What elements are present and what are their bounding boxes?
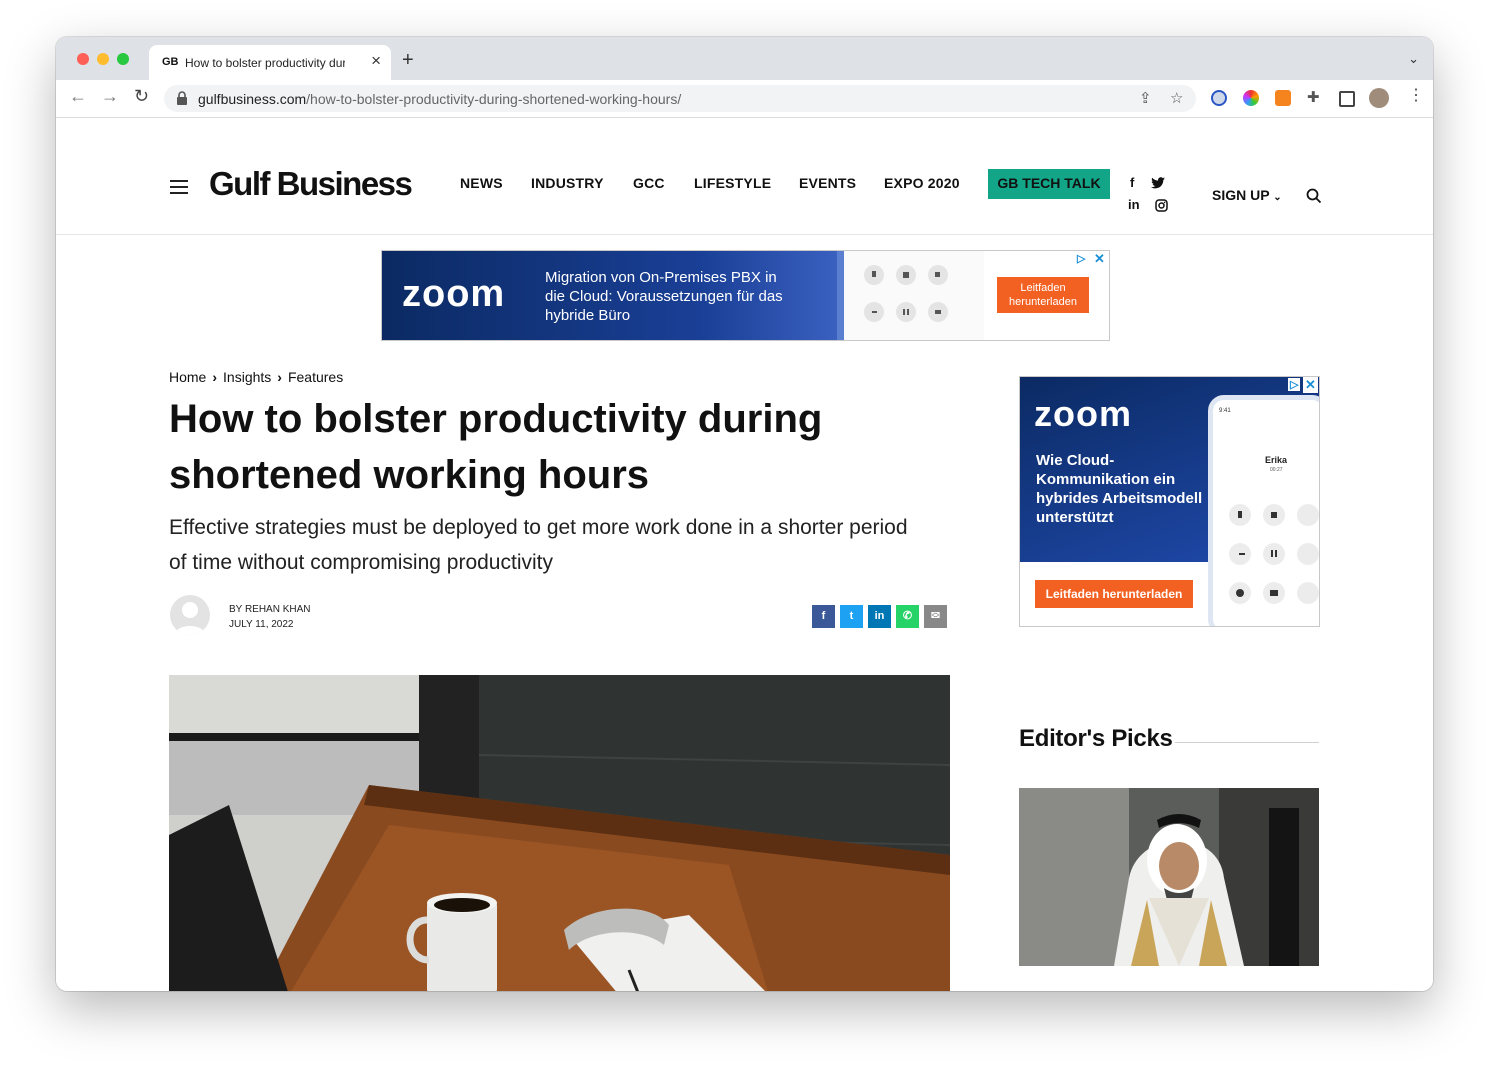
minimize-window-button[interactable] [97,53,109,65]
zoom-logo: zoom [1034,393,1132,434]
breadcrumb-features[interactable]: Features [288,369,343,385]
ad-cta-button[interactable]: Leitfaden herunterladen [1035,580,1193,608]
author-name[interactable]: BY REHAN KHAN [229,602,311,617]
search-icon[interactable] [1306,188,1322,204]
gb-tech-talk-button[interactable]: GB TECH TALK [988,169,1110,199]
sign-up-dropdown[interactable]: SIGN UP ⌄ [1212,187,1282,203]
byline: BY REHAN KHAN JULY 11, 2022 [229,602,311,632]
publish-date: JULY 11, 2022 [229,619,294,630]
chevron-right-icon: › [212,369,218,385]
article-title: How to bolster productivity during short… [169,397,823,497]
share-icon[interactable]: ⇪ [1139,89,1152,107]
top-banner-ad[interactable]: zoom Migration von On-Premises PBX in di… [381,250,1110,341]
header-divider [56,234,1433,235]
author-avatar[interactable] [170,595,210,635]
bookmark-star-icon[interactable]: ☆ [1170,89,1183,107]
share-twitter-icon[interactable]: t [840,605,863,628]
browser-toolbar: ← → ↻ gulfbusiness.com/how-to-bolster-pr… [56,80,1433,118]
tab-title: How to bolster productivity during short… [185,56,345,70]
new-tab-button[interactable]: + [402,50,414,70]
phone-keypad-icon [864,265,948,322]
adchoices-icon[interactable]: ▷ [1077,252,1085,265]
ad-cta-button[interactable]: Leitfaden herunterladen [997,277,1089,313]
url-domain: gulfbusiness.com [198,91,307,107]
url-path: /how-to-bolster-productivity-during-shor… [306,91,682,107]
phone-time: 9:41 [1219,408,1231,414]
close-window-button[interactable] [77,53,89,65]
ad-phone-illustration: 9:41 Erika 00:27 [1208,395,1319,626]
article-hero-image [169,675,950,991]
share-email-icon[interactable]: ✉ [924,605,947,628]
page-content: Gulf Business NEWS INDUSTRY GCC LIFESTYL… [56,118,1433,991]
zoom-logo: zoom [402,273,506,315]
nav-gcc[interactable]: GCC [633,175,665,191]
ad-phone-illustration [837,251,984,340]
url-text: gulfbusiness.com/how-to-bolster-producti… [198,91,681,107]
share-facebook-icon[interactable]: f [812,605,835,628]
nav-news[interactable]: NEWS [460,175,503,191]
desk-coffee-photo [169,675,950,991]
sidebar-ad[interactable]: 9:41 Erika 00:27 zoom Wie Cloud-Kommunik… [1019,376,1320,627]
ad-close-icon[interactable]: ✕ [1303,377,1318,393]
nav-expo-2020[interactable]: EXPO 2020 [884,175,960,191]
tab-close-icon[interactable]: × [371,51,381,71]
ad-text: Migration von On-Premises PBX in die Clo… [545,269,783,324]
address-bar[interactable]: gulfbusiness.com/how-to-bolster-producti… [164,85,1196,112]
nav-industry[interactable]: INDUSTRY [531,175,604,191]
instagram-icon[interactable] [1155,199,1168,212]
ad-close-icon[interactable]: ✕ [1094,251,1105,267]
sign-up-label: SIGN UP [1212,187,1270,203]
browser-menu-icon[interactable]: ⋮ [1408,88,1424,104]
share-whatsapp-icon[interactable]: ✆ [896,605,919,628]
extension-metamask-icon[interactable] [1275,90,1291,106]
browser-window: GB How to bolster productivity during sh… [56,37,1433,991]
extensions-puzzle-icon[interactable]: ✚ [1307,88,1323,106]
tab-search-chevron-icon[interactable]: ⌄ [1408,51,1419,67]
nav-events[interactable]: EVENTS [799,175,856,191]
breadcrumb-insights[interactable]: Insights [223,369,271,385]
ad-text: Wie Cloud-Kommunikation ein hybrides Arb… [1036,452,1203,526]
nav-lifestyle[interactable]: LIFESTYLE [694,175,771,191]
call-duration: 00:27 [1270,467,1283,473]
adchoices-icon[interactable]: ▷ [1288,378,1301,391]
extension-color-icon[interactable] [1243,90,1259,106]
linkedin-icon[interactable]: in [1128,197,1140,212]
chevron-down-icon: ⌄ [1273,192,1282,203]
breadcrumb: Home › Insights › Features [169,369,343,385]
side-panel-icon[interactable] [1339,91,1355,107]
article-subtitle: Effective strategies must be deployed to… [169,516,908,574]
tab-strip: GB How to bolster productivity during sh… [56,37,1433,80]
breadcrumb-home[interactable]: Home [169,369,206,385]
forward-icon[interactable]: → [101,87,119,105]
share-linkedin-icon[interactable]: in [868,605,891,628]
profile-avatar[interactable] [1369,88,1389,108]
site-logo[interactable]: Gulf Business [209,165,413,203]
browser-tab[interactable]: GB How to bolster productivity during sh… [149,45,391,80]
extension-password-icon[interactable] [1211,90,1227,106]
hamburger-menu-icon[interactable] [170,180,188,194]
tab-favicon: GB [162,56,179,68]
call-controls-icon [1229,504,1319,604]
editors-picks-divider [1175,742,1319,743]
reload-icon[interactable]: ↻ [134,87,149,105]
caller-name: Erika [1265,455,1288,465]
facebook-icon[interactable]: f [1130,175,1134,190]
maximize-window-button[interactable] [117,53,129,65]
man-in-ghutra-photo [1019,788,1319,966]
user-silhouette-icon [175,602,205,635]
lock-icon [177,91,187,105]
editors-picks-title: Editor's Picks [1019,725,1173,752]
twitter-icon[interactable] [1151,177,1165,189]
chevron-right-icon: › [277,369,282,385]
back-icon[interactable]: ← [69,87,87,105]
editors-pick-image[interactable] [1019,788,1319,966]
